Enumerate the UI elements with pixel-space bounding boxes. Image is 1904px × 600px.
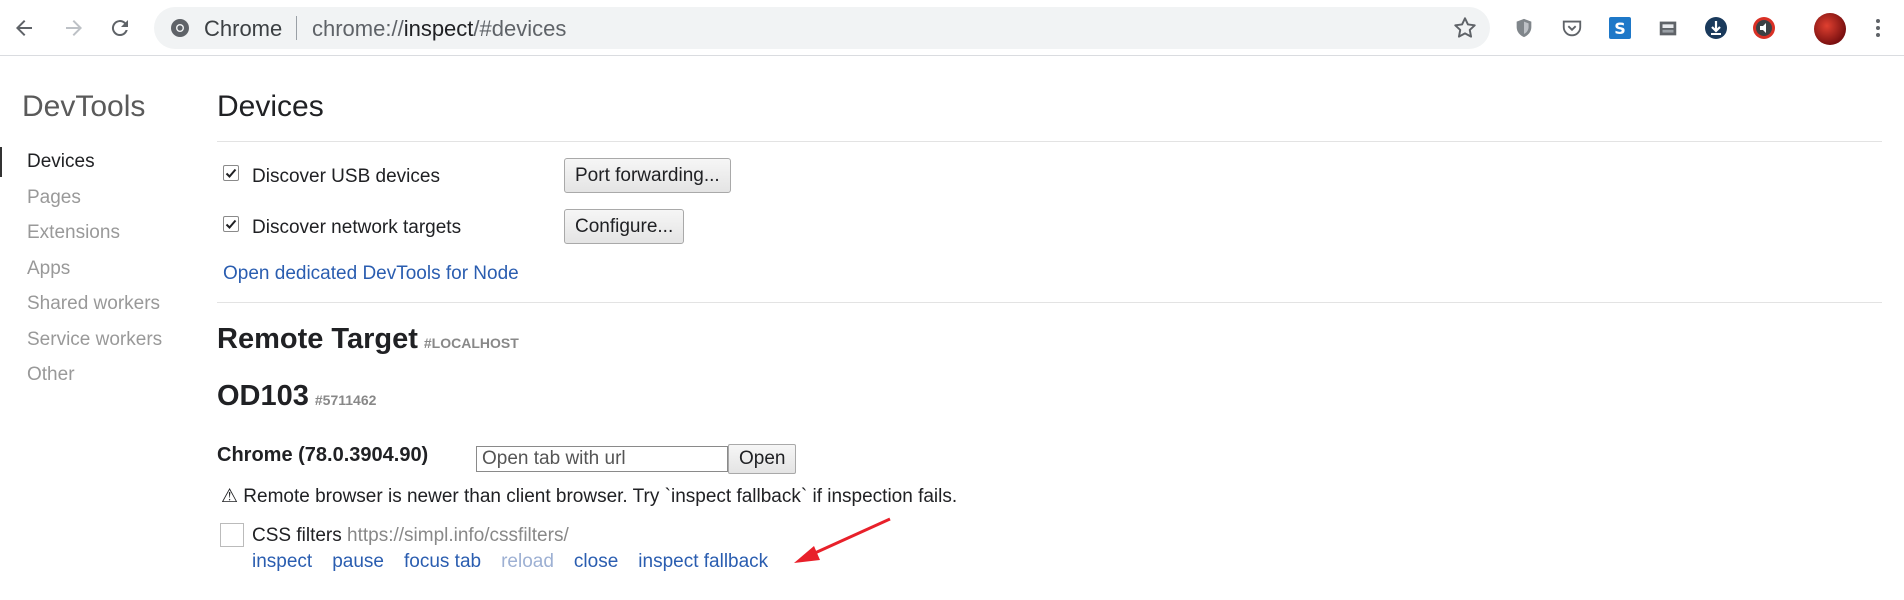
inspect-link[interactable]: inspect	[252, 551, 312, 572]
device-heading: OD103 #5711462	[217, 380, 376, 413]
heading-divider	[217, 141, 1882, 142]
checkmark-icon	[225, 168, 237, 178]
pause-link[interactable]: pause	[332, 551, 384, 572]
forward-arrow-icon	[66, 20, 82, 36]
save-extension-icon[interactable]	[1654, 14, 1682, 42]
back-button[interactable]	[6, 10, 42, 46]
remote-target-heading: Remote Target #LOCALHOST	[217, 323, 519, 356]
discover-network-checkbox[interactable]	[223, 216, 239, 232]
reload-button[interactable]	[102, 10, 138, 46]
discover-usb-label: Discover USB devices	[252, 166, 440, 187]
sidebar-item-other[interactable]: Other	[0, 360, 190, 390]
inspect-fallback-link[interactable]: inspect fallback	[638, 551, 768, 572]
url-host: inspect	[403, 16, 474, 41]
remote-target-tag: #LOCALHOST	[423, 335, 519, 351]
open-tab-url-input[interactable]	[476, 446, 728, 472]
page-url: https://simpl.info/cssfilters/	[347, 525, 569, 546]
omnibox-chip: Chrome	[204, 16, 283, 41]
page-title: Devices	[217, 90, 324, 123]
port-forwarding-button[interactable]: Port forwarding...	[564, 158, 731, 193]
omnibox-separator	[296, 16, 297, 40]
discover-network-label: Discover network targets	[252, 217, 462, 238]
sidebar-item-apps[interactable]: Apps	[0, 254, 190, 284]
page-title-text: CSS filters	[252, 525, 342, 546]
forward-button[interactable]	[56, 10, 92, 46]
open-tab-button[interactable]: Open	[728, 444, 797, 474]
sidebar-item-pages[interactable]: Pages	[0, 183, 190, 213]
device-name: OD103	[217, 380, 309, 412]
reload-icon	[111, 20, 128, 37]
url-rest: /#devices	[473, 16, 567, 41]
section-divider	[217, 302, 1882, 303]
back-arrow-icon	[16, 20, 32, 36]
version-warning: ⚠ Remote browser is newer than client br…	[221, 486, 958, 507]
url-scheme: chrome://	[312, 16, 404, 41]
pocket-extension-icon[interactable]	[1558, 14, 1586, 42]
bookmark-star-icon[interactable]	[1452, 15, 1478, 41]
sidebar-item-service-workers[interactable]: Service workers	[0, 325, 190, 355]
remote-target-title: Remote Target	[217, 323, 418, 355]
close-link[interactable]: close	[574, 551, 618, 572]
shield-extension-icon[interactable]	[1510, 14, 1538, 42]
sidebar-item-extensions[interactable]: Extensions	[0, 218, 190, 248]
focus-tab-link[interactable]: focus tab	[404, 551, 481, 572]
annotation-arrow-icon	[794, 517, 891, 563]
sidebar: DevTools Devices Pages Extensions Apps S…	[0, 57, 200, 600]
page-actions: inspect pause focus tab reload close inspect …	[252, 551, 788, 573]
sidebar-item-devices[interactable]: Devices	[0, 147, 190, 177]
svg-text:S: S	[1614, 19, 1626, 38]
open-node-devtools-link[interactable]: Open dedicated DevTools for Node	[223, 263, 519, 285]
reload-link: reload	[501, 551, 554, 572]
page-favicon-placeholder	[220, 523, 244, 547]
chrome-logo-icon	[171, 19, 189, 37]
sidebar-title: DevTools	[22, 90, 146, 123]
sidebar-item-shared-workers[interactable]: Shared workers	[0, 289, 190, 319]
s-extension-icon[interactable]: S	[1606, 14, 1634, 42]
audio-extension-icon[interactable]	[1750, 14, 1778, 42]
checkmark-icon	[225, 219, 237, 229]
download-extension-icon[interactable]	[1702, 14, 1730, 42]
omnibox-url: chrome://inspect/#devices	[312, 16, 566, 42]
discover-usb-checkbox[interactable]	[223, 165, 239, 181]
main-content: Devices Discover USB devices Port forwar…	[217, 57, 1882, 600]
profile-avatar[interactable]	[1814, 13, 1846, 45]
configure-button[interactable]: Configure...	[564, 209, 685, 244]
kebab-menu-icon[interactable]	[1866, 14, 1890, 42]
address-bar[interactable]: Chrome chrome://inspect/#devices	[154, 7, 1490, 49]
browser-toolbar: Chrome chrome://inspect/#devices S	[0, 0, 1904, 56]
remote-browser-name: Chrome (78.0.3904.90)	[217, 444, 429, 466]
device-serial: #5711462	[314, 392, 377, 408]
